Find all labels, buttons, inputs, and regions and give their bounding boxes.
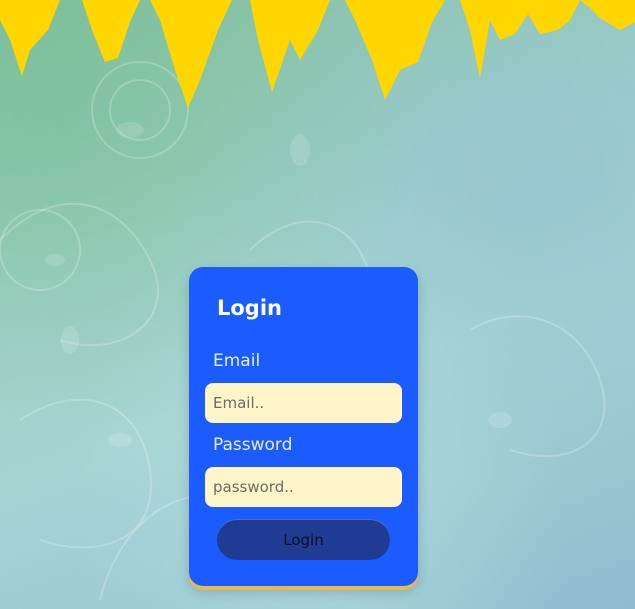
password-input[interactable]	[205, 467, 402, 507]
email-label: Email	[213, 351, 261, 371]
login-card: Login Email Password Login	[189, 267, 418, 586]
login-button[interactable]: Login	[217, 519, 390, 560]
bunting-shape	[0, 0, 635, 108]
yellow-bunting-banner	[0, 0, 635, 108]
email-input[interactable]	[205, 383, 402, 423]
login-title: Login	[217, 296, 282, 320]
password-label: Password	[213, 435, 293, 455]
